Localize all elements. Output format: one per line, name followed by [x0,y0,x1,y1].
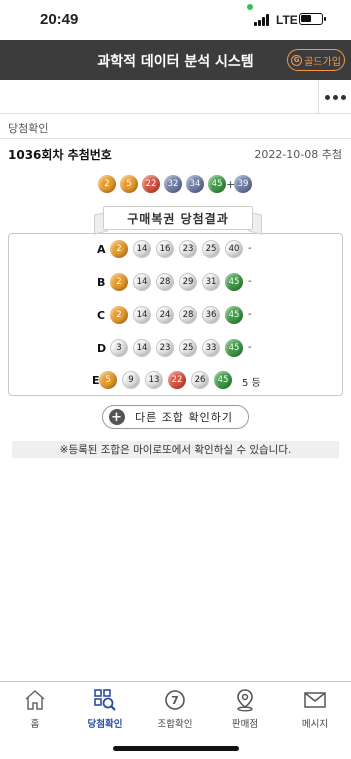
winning-ball: 2 [98,175,116,193]
battery-level [301,15,311,22]
plus-circle-icon: + [109,409,125,425]
draw-title: 1036회차 추첨번호 [8,148,112,162]
result-ball: 23 [179,240,197,258]
row-label: B [97,276,106,289]
gold-join-button[interactable]: G 골드가입 [287,49,345,71]
result-ball: 31 [202,273,220,291]
result-ball: 25 [179,339,197,357]
network-label: LTE [276,13,298,27]
result-ball: 13 [145,371,163,389]
row-result: - [248,276,252,287]
result-ball: 14 [133,273,151,291]
nav-message[interactable]: 메시지 [280,688,350,730]
result-ball: 33 [202,339,220,357]
lotto-ball-icon-text: 7 [171,694,179,707]
result-ball: 2 [110,273,128,291]
result-ball: 45 [225,339,243,357]
gold-join-label: 골드가입 [304,56,341,68]
result-ball: 16 [156,240,174,258]
result-ball: 5 [99,371,117,389]
qr-search-icon [94,689,116,711]
lotto-ball-icon: 7 [165,690,185,710]
row-label: C [97,309,106,322]
status-time: 20:49 [40,11,79,28]
result-ball: 45 [214,371,232,389]
nav-home[interactable]: 홈 [0,688,70,730]
result-ball: 23 [156,339,174,357]
app-header: 과학적 데이터 분석 시스템 G 골드가입 [0,40,351,80]
result-ball: 28 [179,306,197,324]
result-ball: 2 [110,306,128,324]
result-ball: 36 [202,306,220,324]
winning-ball: 5 [120,175,138,193]
row-result: 5 등 [242,378,261,389]
battery-icon [299,13,326,25]
bonus-plus: + [226,178,236,191]
result-ball: 3 [110,339,128,357]
row-result: - [248,243,252,254]
result-ball: 22 [168,371,186,389]
result-ball: 28 [156,273,174,291]
nav-label-combo-check: 조합확인 [157,719,193,730]
sub-bar [0,80,351,114]
other-combo-button[interactable]: + 다른 조합 확인하기 [102,405,249,429]
result-ball: 9 [122,371,140,389]
result-ball: 14 [133,339,151,357]
result-ball: 45 [225,306,243,324]
result-ball: 45 [225,273,243,291]
mic-indicator-icon [247,4,253,10]
winning-ball: 32 [164,175,182,193]
notice-text: ※등록된 조합은 마이로또에서 확인하실 수 있습니다. [12,441,339,458]
nav-check-win[interactable]: 당첨확인 [70,688,140,730]
winning-ball: 22 [142,175,160,193]
result-ball: 14 [133,240,151,258]
results-title: 구매복권 당첨결과 [103,206,253,230]
other-combo-label: 다른 조합 확인하기 [135,411,233,424]
more-dots-icon[interactable] [318,80,351,114]
result-ball: 26 [191,371,209,389]
breadcrumb: 당첨확인 [8,122,49,135]
nav-label-home: 홈 [30,719,40,730]
nav-combo-check[interactable]: 7 조합확인 [140,688,210,730]
draw-date: 2022-10-08 추첨 [254,148,342,161]
result-ball: 14 [133,306,151,324]
signal-icon [254,14,272,26]
result-ball: 2 [110,240,128,258]
map-pin-icon [237,689,253,712]
nav-label-check-win: 당첨확인 [87,719,123,730]
row-label: A [97,243,106,256]
result-ball: 29 [179,273,197,291]
winning-ball: 34 [186,175,204,193]
home-icon [25,689,45,710]
bonus-ball: 39 [234,175,252,193]
winning-ball: 45 [208,175,226,193]
gold-icon: G [291,54,303,66]
result-ball: 40 [225,240,243,258]
row-result: - [248,309,252,320]
row-label: D [97,342,107,355]
result-ball: 25 [202,240,220,258]
envelope-icon [304,692,326,708]
nav-label-message: 메시지 [301,719,329,730]
divider [0,138,351,139]
nav-store[interactable]: 판매점 [210,688,280,730]
status-bar: 20:49 LTE [0,0,351,40]
nav-label-store: 판매점 [231,719,259,730]
row-result: - [248,342,252,353]
result-ball: 24 [156,306,174,324]
home-indicator [113,746,239,751]
